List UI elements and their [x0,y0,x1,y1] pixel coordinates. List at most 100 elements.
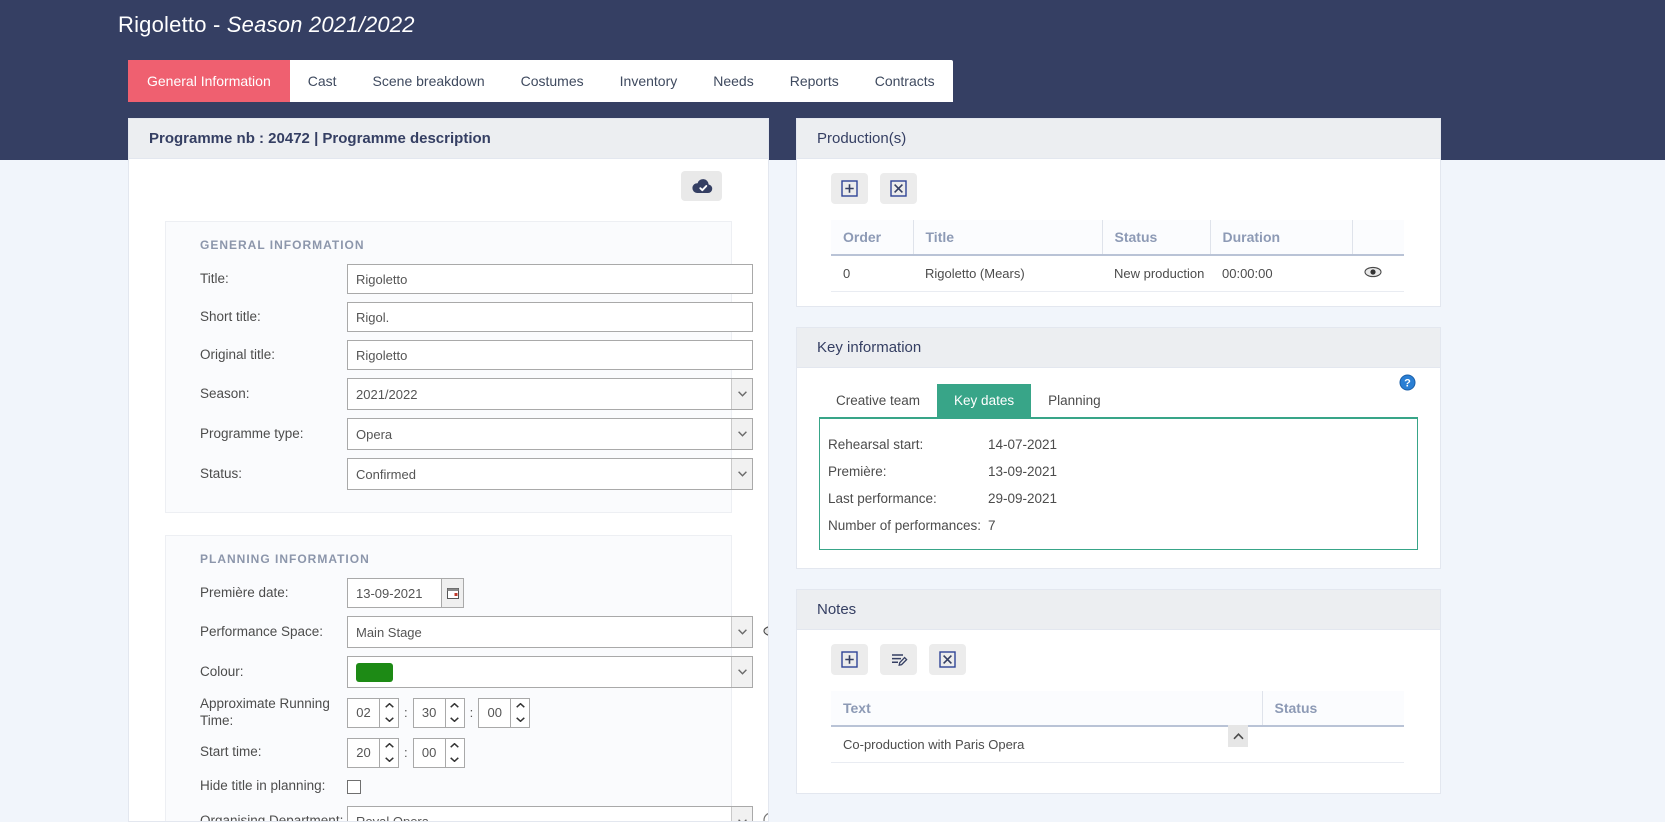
programme-panel-title: Programme nb : 20472 | Programme descrip… [129,119,768,159]
view-production-button[interactable] [1364,266,1382,281]
table-row[interactable]: 0 Rigoletto (Mears) New production 00:00:00 [831,255,1404,292]
title-control: Rigoletto [347,264,753,294]
productions-column-order: Order [831,220,913,256]
key-info-tab-key-dates[interactable]: Key dates [937,384,1032,417]
running-time-hours-stepper[interactable]: 02 [347,697,399,728]
chevron-down-icon[interactable] [731,657,752,687]
hide-title-label: Hide title in planning: [200,778,326,794]
key-date-label: Rehearsal start: [828,437,924,452]
x-box-icon [890,180,907,197]
edit-note-button[interactable] [880,644,917,675]
start-time-minutes-buttons[interactable] [444,737,465,768]
season-row: Season: 2021/2022 [166,378,753,418]
season-label: Season: [200,385,250,401]
performance-space-preview-button[interactable] [763,624,768,640]
organising-department-control: Royal Opera [347,805,768,821]
running-time-minutes-value: 30 [412,697,445,728]
performance-space-select[interactable]: Main Stage [347,616,753,648]
general-information-fieldset: GENERAL INFORMATION Title: Rigoletto Short… [165,221,753,513]
organising-department-label: Organising Department: [200,813,344,822]
running-time-label: Approximate Running Time: [200,696,330,728]
delete-production-button[interactable] [880,173,917,204]
productions-toolbar [797,159,1440,210]
note-collapse-button[interactable] [1228,725,1248,747]
calendar-picker-button[interactable] [442,578,464,608]
tab-needs[interactable]: Needs [695,60,771,102]
status-select[interactable]: Confirmed [347,458,753,490]
eye-icon [763,626,768,636]
tab-contracts[interactable]: Contracts [857,60,953,102]
premiere-date-row: Première date: 13-09-2021 [166,578,731,616]
key-information-tabs: Creative team Key dates Planning [819,384,1440,417]
general-information-legend: GENERAL INFORMATION [200,238,365,252]
running-time-hours-buttons[interactable] [379,697,399,728]
programme-type-select[interactable]: Opera [347,418,753,450]
start-time-hours-stepper[interactable]: 20 [347,737,399,768]
tab-inventory[interactable]: Inventory [602,60,696,102]
page-title-main: Rigoletto - [118,12,227,37]
production-duration-cell: 00:00:00 [1210,255,1352,292]
title-label: Title: [200,270,229,286]
start-time-hours-buttons[interactable] [379,737,399,768]
add-production-button[interactable] [831,173,868,204]
table-row[interactable]: Co-production with Paris Opera [831,725,1404,763]
start-time-minutes-stepper[interactable]: 00 [412,737,465,768]
planning-information-legend: PLANNING INFORMATION [200,552,370,566]
short-title-label: Short title: [200,308,261,324]
stepper-down-icon[interactable] [446,713,464,727]
running-time-seconds-buttons[interactable] [510,697,531,728]
chevron-down-icon[interactable] [731,419,752,449]
running-time-minutes-stepper[interactable]: 30 [412,697,465,728]
key-date-label: Last performance: [828,491,937,506]
stepper-up-icon[interactable] [446,739,464,753]
colour-select[interactable] [347,656,753,688]
add-note-button[interactable] [831,644,868,675]
stepper-up-icon[interactable] [380,699,398,713]
running-time-seconds-stepper[interactable]: 00 [478,697,531,728]
stepper-down-icon[interactable] [380,753,398,767]
chevron-down-icon[interactable] [731,379,752,409]
short-title-input[interactable]: Rigol. [347,302,753,332]
start-time-label: Start time: [200,744,262,760]
season-value: 2021/2022 [347,378,753,410]
programme-description-panel: Programme nb : 20472 | Programme descrip… [128,118,769,822]
running-time-row: Approximate Running Time: 02 : 30: 00 [166,696,731,738]
delete-note-button[interactable] [929,644,966,675]
running-time-colon-2: : [469,705,474,721]
key-date-value: 7 [988,518,996,533]
chevron-down-icon[interactable] [731,459,752,489]
productions-panel: Production(s) Order Title Status Duration 0… [796,118,1441,307]
stepper-up-icon[interactable] [511,699,529,713]
tab-costumes[interactable]: Costumes [503,60,602,102]
stepper-down-icon[interactable] [511,713,529,727]
key-info-tab-planning[interactable]: Planning [1031,384,1118,417]
chevron-down-icon[interactable] [731,806,752,821]
programme-type-value: Opera [347,418,753,450]
stepper-down-icon[interactable] [380,713,398,727]
productions-column-duration: Duration [1209,220,1352,256]
stepper-up-icon[interactable] [380,739,398,753]
original-title-label: Original title: [200,346,276,362]
chevron-down-icon[interactable] [731,617,752,647]
key-info-tab-creative-team[interactable]: Creative team [819,384,937,417]
running-time-minutes-buttons[interactable] [444,697,465,728]
status-value: Confirmed [347,458,753,490]
tab-general-information[interactable]: General Information [128,60,290,102]
save-button[interactable] [681,171,722,201]
main-tabbar: General Information Cast Scene breakdown Co… [128,60,953,102]
premiere-date-input[interactable]: 13-09-2021 [347,578,442,608]
title-input[interactable]: Rigoletto [347,264,753,294]
season-select[interactable]: 2021/2022 [347,378,753,410]
start-time-minutes-value: 00 [412,737,445,768]
key-information-help-button[interactable]: ? [1399,374,1416,394]
organising-department-info-button[interactable] [763,812,768,821]
tab-reports[interactable]: Reports [772,60,857,102]
organising-department-select[interactable]: Royal Opera [347,805,753,821]
hide-title-checkbox[interactable] [347,779,361,794]
stepper-down-icon[interactable] [446,753,464,767]
stepper-up-icon[interactable] [446,699,464,713]
original-title-input[interactable]: Rigoletto [347,340,753,370]
tab-cast[interactable]: Cast [290,60,355,102]
tab-scene-breakdown[interactable]: Scene breakdown [355,60,503,102]
short-title-control: Rigol. [347,302,753,332]
